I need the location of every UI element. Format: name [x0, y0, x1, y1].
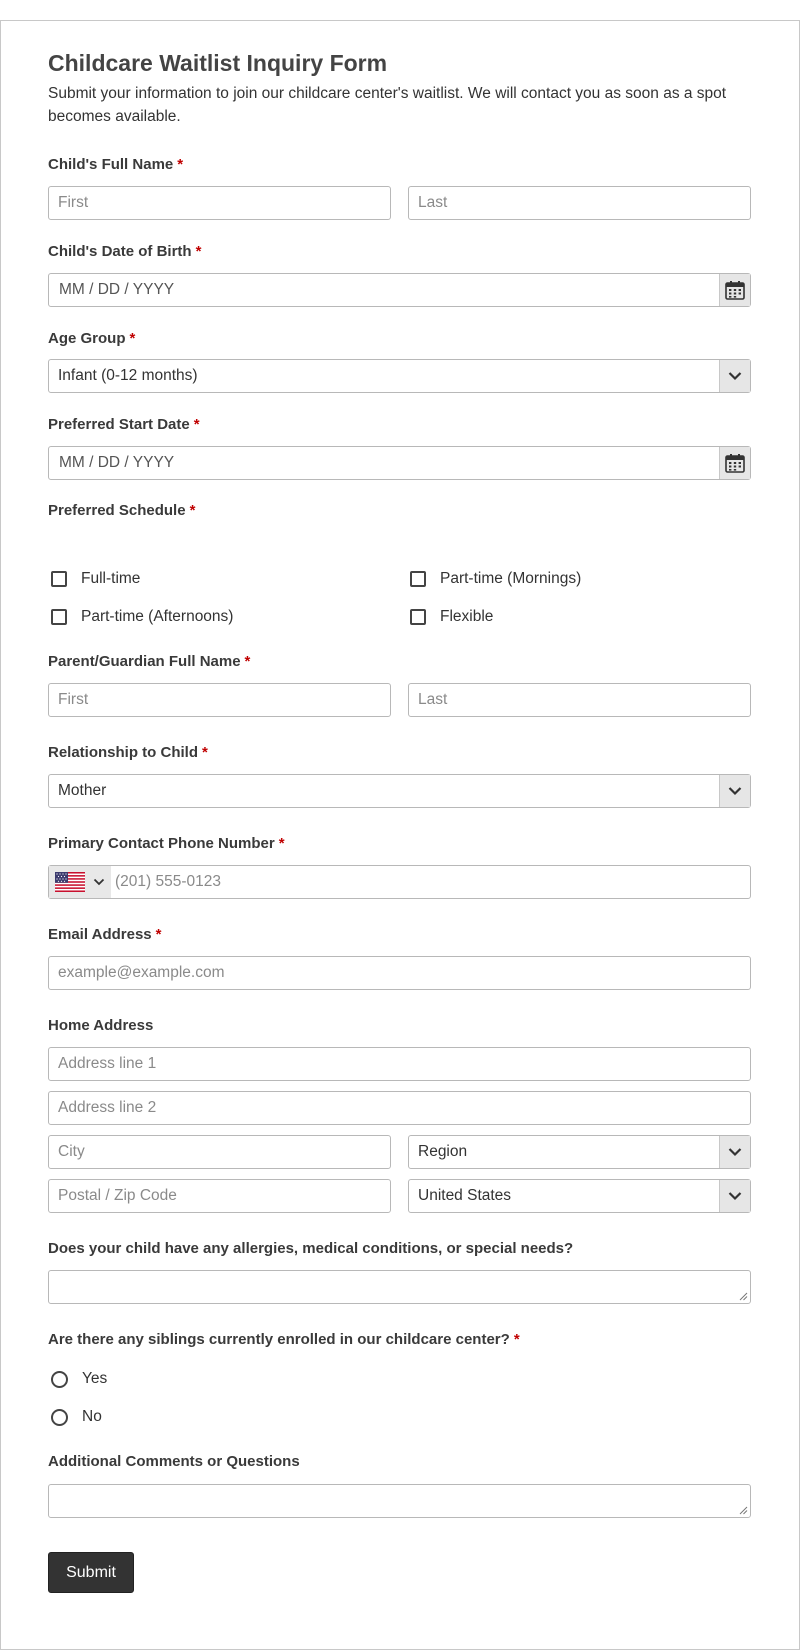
- required-mark: *: [129, 330, 136, 347]
- child-dob-label: Child's Date of Birth *: [48, 243, 202, 260]
- city-input[interactable]: [48, 1135, 391, 1169]
- siblings-option-yes[interactable]: Yes: [51, 1370, 107, 1388]
- radio-button[interactable]: [51, 1408, 68, 1426]
- region-selected: Region: [418, 1143, 468, 1160]
- checkbox[interactable]: [51, 571, 67, 587]
- email-label: Email Address *: [48, 926, 162, 943]
- siblings-option-no[interactable]: No: [51, 1408, 102, 1426]
- calendar-icon[interactable]: [719, 274, 750, 306]
- country-selected: United States: [418, 1187, 512, 1204]
- required-mark: *: [155, 926, 162, 943]
- resize-grip-icon[interactable]: [739, 1292, 748, 1301]
- required-mark: *: [189, 502, 196, 519]
- checkbox[interactable]: [51, 609, 67, 625]
- child-name-label: Child's Full Name *: [48, 156, 184, 173]
- relationship-selected: Mother: [58, 782, 107, 799]
- age-group-label: Age Group *: [48, 330, 136, 347]
- email-input[interactable]: [48, 956, 751, 990]
- required-mark: *: [278, 835, 285, 852]
- medical-label: Does your child have any allergies, medi…: [48, 1240, 574, 1257]
- schedule-option-part-time-mornings[interactable]: Part-time (Mornings): [410, 570, 581, 588]
- checkbox[interactable]: [410, 609, 426, 625]
- guardian-first-name-input[interactable]: [48, 683, 391, 717]
- required-mark: *: [202, 744, 208, 761]
- country-select[interactable]: United States: [408, 1179, 751, 1213]
- guardian-last-name-input[interactable]: [408, 683, 751, 717]
- postal-code-input[interactable]: [48, 1179, 391, 1213]
- guardian-name-label: Parent/Guardian Full Name *: [48, 653, 251, 670]
- start-date-label: Preferred Start Date *: [48, 416, 200, 433]
- schedule-option-full-time[interactable]: Full-time: [51, 570, 140, 588]
- phone-input[interactable]: [113, 866, 749, 898]
- required-mark: *: [513, 1331, 520, 1348]
- chevron-down-icon[interactable]: [719, 1180, 750, 1212]
- chevron-down-icon[interactable]: [719, 775, 750, 807]
- child-first-name-input[interactable]: [48, 186, 391, 220]
- required-mark: *: [177, 156, 184, 173]
- start-date-input[interactable]: MM / DD / YYYY: [48, 446, 751, 480]
- region-select[interactable]: Region: [408, 1135, 751, 1169]
- submit-button[interactable]: Submit: [48, 1552, 134, 1593]
- required-mark: *: [195, 243, 202, 260]
- schedule-label: Preferred Schedule *: [48, 502, 196, 519]
- checkbox[interactable]: [410, 571, 426, 587]
- form-title: Childcare Waitlist Inquiry Form: [48, 50, 388, 76]
- required-mark: *: [244, 653, 251, 670]
- resize-grip-icon[interactable]: [739, 1506, 748, 1515]
- comments-textarea[interactable]: [48, 1484, 751, 1518]
- schedule-option-flexible[interactable]: Flexible: [410, 608, 493, 626]
- start-date-placeholder: MM / DD / YYYY: [59, 454, 175, 471]
- child-dob-input[interactable]: MM / DD / YYYY: [48, 273, 751, 307]
- address-label: Home Address: [48, 1017, 154, 1034]
- relationship-label: Relationship to Child *: [48, 744, 208, 761]
- relationship-select[interactable]: Mother: [48, 774, 751, 808]
- calendar-icon[interactable]: [719, 447, 750, 479]
- country-code-select[interactable]: [49, 866, 111, 898]
- medical-textarea[interactable]: [48, 1270, 751, 1304]
- address-line2-input[interactable]: [48, 1091, 751, 1125]
- comments-label: Additional Comments or Questions: [48, 1453, 300, 1470]
- form-description: Submit your information to join our chil…: [48, 85, 727, 125]
- phone-field: [48, 865, 751, 899]
- chevron-down-icon[interactable]: [719, 1136, 750, 1168]
- chevron-down-icon: [93, 878, 105, 886]
- radio-button[interactable]: [51, 1370, 68, 1388]
- age-group-select[interactable]: Infant (0-12 months): [48, 359, 751, 393]
- child-dob-placeholder: MM / DD / YYYY: [59, 281, 175, 298]
- required-mark: *: [193, 416, 200, 433]
- chevron-down-icon[interactable]: [719, 360, 750, 392]
- age-group-selected: Infant (0-12 months): [58, 367, 198, 384]
- child-last-name-input[interactable]: [408, 186, 751, 220]
- us-flag-icon: [55, 872, 85, 892]
- siblings-label: Are there any siblings currently enrolle…: [48, 1331, 520, 1348]
- phone-label: Primary Contact Phone Number *: [48, 835, 285, 852]
- schedule-option-part-time-afternoons[interactable]: Part-time (Afternoons): [51, 608, 233, 626]
- address-line1-input[interactable]: [48, 1047, 751, 1081]
